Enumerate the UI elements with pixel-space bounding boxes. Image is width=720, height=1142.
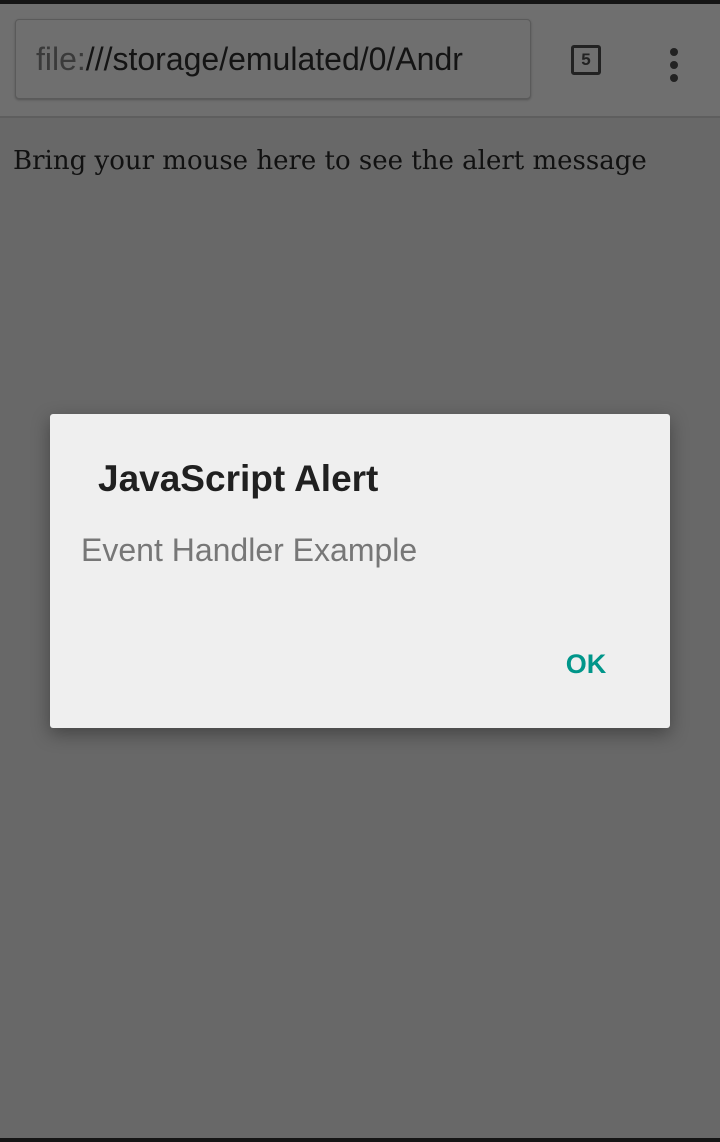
url-bar[interactable]: file:///storage/emulated/0/Andr bbox=[15, 19, 531, 99]
menu-dot bbox=[670, 61, 678, 69]
ok-button[interactable]: OK bbox=[546, 636, 626, 692]
tab-switcher-button[interactable]: 5 bbox=[571, 45, 601, 75]
browser-toolbar: file:///storage/emulated/0/Andr 5 bbox=[0, 4, 720, 118]
alert-dialog: JavaScript Alert Event Handler Example O… bbox=[50, 414, 670, 728]
menu-dot bbox=[670, 48, 678, 56]
menu-dot bbox=[670, 74, 678, 82]
overflow-menu-icon[interactable] bbox=[666, 48, 682, 84]
url-path: ///storage/emulated/0/Andr bbox=[85, 41, 463, 77]
url-scheme: file: bbox=[36, 41, 86, 77]
dialog-message: Event Handler Example bbox=[81, 532, 418, 568]
navigation-bar-edge bbox=[0, 1138, 720, 1142]
page-hover-text[interactable]: Bring your mouse here to see the alert m… bbox=[13, 146, 647, 176]
dialog-title: JavaScript Alert bbox=[98, 458, 379, 499]
